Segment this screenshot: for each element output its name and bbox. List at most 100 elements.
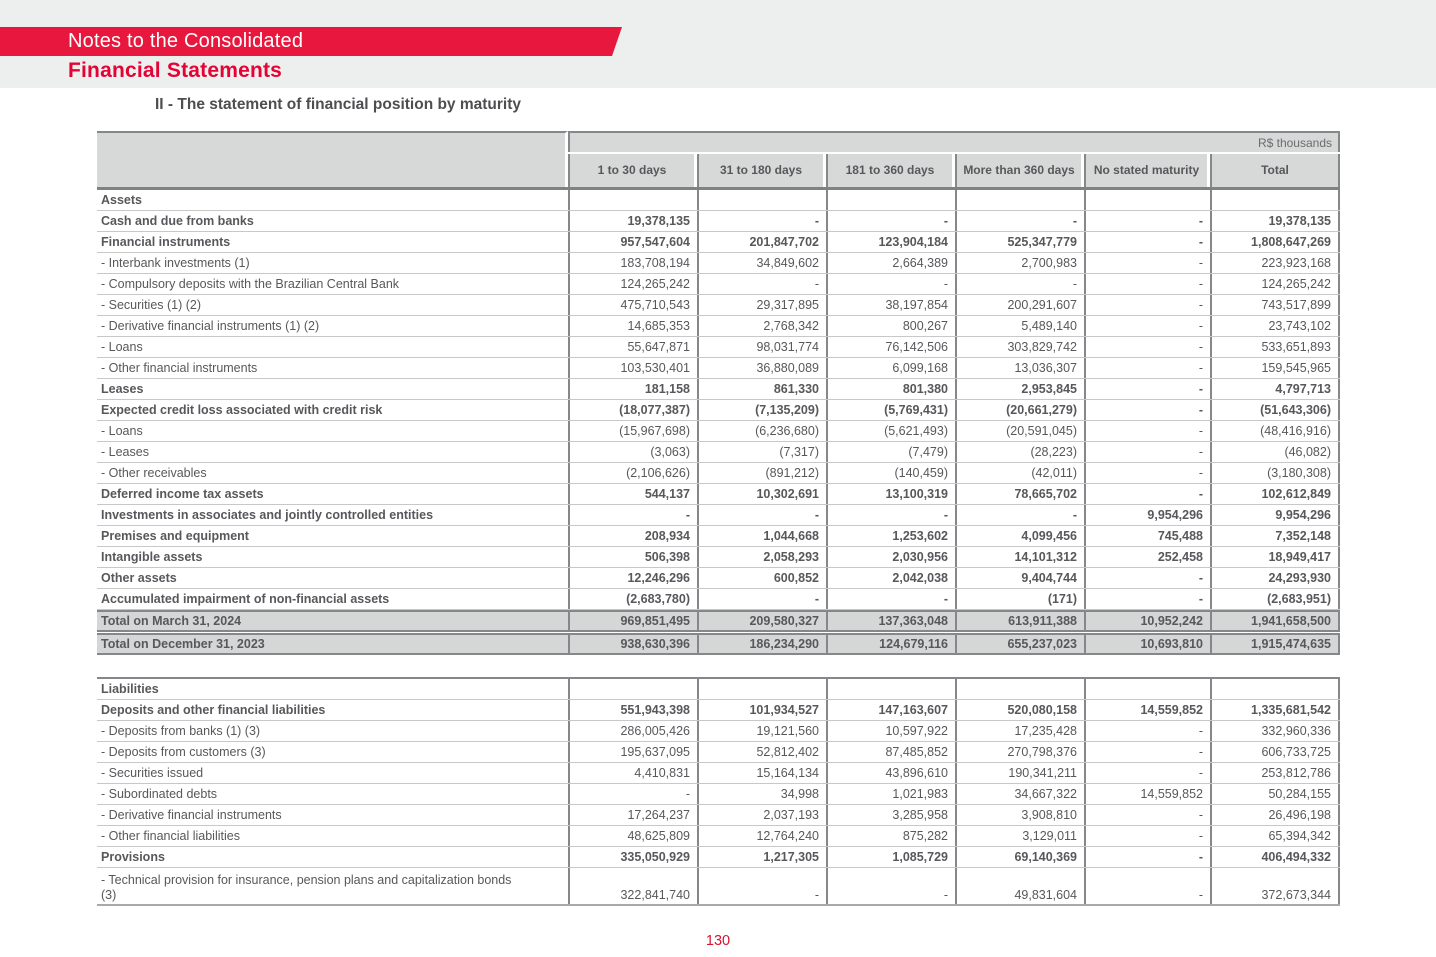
column-header: 31 to 180 days — [697, 154, 826, 187]
row-label: - Other receivables — [97, 463, 568, 483]
cell-value: - — [568, 505, 697, 525]
cell-value: 1,217,305 — [697, 847, 826, 867]
cell-value: 938,630,396 — [568, 635, 697, 653]
cell-value: 600,852 — [697, 568, 826, 588]
table-row: - Compulsory deposits with the Brazilian… — [97, 274, 1340, 295]
column-header: 1 to 30 days — [568, 154, 697, 187]
row-label: Accumulated impairment of non-financial … — [97, 589, 568, 609]
cell-value: 17,235,428 — [955, 721, 1084, 741]
cell-value: - — [1084, 805, 1210, 825]
table-row: Assets — [97, 190, 1340, 211]
cell-value: - — [1084, 763, 1210, 783]
cell-value: 475,710,543 — [568, 295, 697, 315]
cell-value: 181,158 — [568, 379, 697, 399]
table-row: Cash and due from banks19,378,135----19,… — [97, 211, 1340, 232]
page-number: 130 — [0, 933, 1436, 949]
cell-value: 52,812,402 — [697, 742, 826, 762]
cell-value: 2,768,342 — [697, 316, 826, 336]
cell-value: (7,317) — [697, 442, 826, 462]
cell-value: (7,479) — [826, 442, 955, 462]
cell-value: 208,934 — [568, 526, 697, 546]
cell-value: - — [697, 274, 826, 294]
cell-value — [697, 190, 826, 210]
cell-value: - — [1084, 400, 1210, 420]
cell-value: 1,085,729 — [826, 847, 955, 867]
table-row: - Deposits from banks (1) (3)286,005,426… — [97, 721, 1340, 742]
assets-section: AssetsCash and due from banks19,378,135-… — [97, 190, 1340, 655]
column-header: No stated maturity — [1084, 154, 1210, 187]
cell-value: 2,664,389 — [826, 253, 955, 273]
cell-value: 13,036,307 — [955, 358, 1084, 378]
cell-value: - — [955, 211, 1084, 231]
table-row: Expected credit loss associated with cre… — [97, 400, 1340, 421]
cell-value: 253,812,786 — [1210, 763, 1340, 783]
table-row: - Loans(15,967,698)(6,236,680)(5,621,493… — [97, 421, 1340, 442]
row-label: - Technical provision for insurance, pen… — [97, 868, 568, 904]
table-gap — [97, 655, 1340, 677]
cell-value: - — [697, 505, 826, 525]
row-label: - Derivative financial instruments — [97, 805, 568, 825]
cell-value: 406,494,332 — [1210, 847, 1340, 867]
table-row: Provisions335,050,9291,217,3051,085,7296… — [97, 847, 1340, 868]
cell-value: - — [955, 274, 1084, 294]
cell-value: 14,559,852 — [1084, 784, 1210, 804]
cell-value: (7,135,209) — [697, 400, 826, 420]
cell-value: 1,915,474,635 — [1210, 635, 1340, 653]
cell-value — [1084, 679, 1210, 699]
cell-value: 34,998 — [697, 784, 826, 804]
row-label: Leases — [97, 379, 568, 399]
cell-value: 2,037,193 — [697, 805, 826, 825]
cell-value: 10,597,922 — [826, 721, 955, 741]
cell-value: 23,743,102 — [1210, 316, 1340, 336]
cell-value: 200,291,607 — [955, 295, 1084, 315]
cell-value: 15,164,134 — [697, 763, 826, 783]
cell-value: - — [1084, 253, 1210, 273]
row-label: - Deposits from customers (3) — [97, 742, 568, 762]
cell-value: 1,044,668 — [697, 526, 826, 546]
section-title: II - The statement of financial position… — [155, 96, 521, 114]
cell-value: 19,378,135 — [568, 211, 697, 231]
cell-value: 123,904,184 — [826, 232, 955, 252]
maturity-table: R$ thousands 1 to 30 days31 to 180 days1… — [97, 131, 1340, 906]
cell-value: 12,764,240 — [697, 826, 826, 846]
liabilities-section: LiabilitiesDeposits and other financial … — [97, 677, 1340, 906]
row-label: Provisions — [97, 847, 568, 867]
cell-value: - — [826, 589, 955, 609]
row-label: - Compulsory deposits with the Brazilian… — [97, 274, 568, 294]
cell-value: (2,683,780) — [568, 589, 697, 609]
cell-value: - — [697, 589, 826, 609]
cell-value: 372,673,344 — [1210, 868, 1340, 904]
table-row: Intangible assets506,3982,058,2932,030,9… — [97, 547, 1340, 568]
cell-value: 19,378,135 — [1210, 211, 1340, 231]
row-label: - Loans — [97, 337, 568, 357]
cell-value: 861,330 — [697, 379, 826, 399]
cell-value: (20,661,279) — [955, 400, 1084, 420]
cell-value: - — [1084, 568, 1210, 588]
banner-title-line1: Notes to the Consolidated — [0, 30, 303, 53]
cell-value: 332,960,336 — [1210, 721, 1340, 741]
cell-value: 14,559,852 — [1084, 700, 1210, 720]
cell-value: 3,129,011 — [955, 826, 1084, 846]
cell-value: 13,100,319 — [826, 484, 955, 504]
cell-value: 520,080,158 — [955, 700, 1084, 720]
cell-value: (42,011) — [955, 463, 1084, 483]
cell-value: 9,404,744 — [955, 568, 1084, 588]
row-label: - Leases — [97, 442, 568, 462]
cell-value: 613,911,388 — [955, 612, 1084, 630]
cell-value: 48,625,809 — [568, 826, 697, 846]
cell-value: - — [1084, 379, 1210, 399]
cell-value — [568, 190, 697, 210]
cell-value: 10,302,691 — [697, 484, 826, 504]
cell-value: - — [826, 505, 955, 525]
cell-value: 201,847,702 — [697, 232, 826, 252]
row-label: Assets — [97, 190, 568, 210]
table-row: - Derivative financial instruments (1) (… — [97, 316, 1340, 337]
cell-value: 26,496,198 — [1210, 805, 1340, 825]
cell-value: 34,667,322 — [955, 784, 1084, 804]
cell-value: (20,591,045) — [955, 421, 1084, 441]
cell-value: 102,612,849 — [1210, 484, 1340, 504]
cell-value: 24,293,930 — [1210, 568, 1340, 588]
cell-value: 800,267 — [826, 316, 955, 336]
row-label: - Interbank investments (1) — [97, 253, 568, 273]
row-label: Investments in associates and jointly co… — [97, 505, 568, 525]
